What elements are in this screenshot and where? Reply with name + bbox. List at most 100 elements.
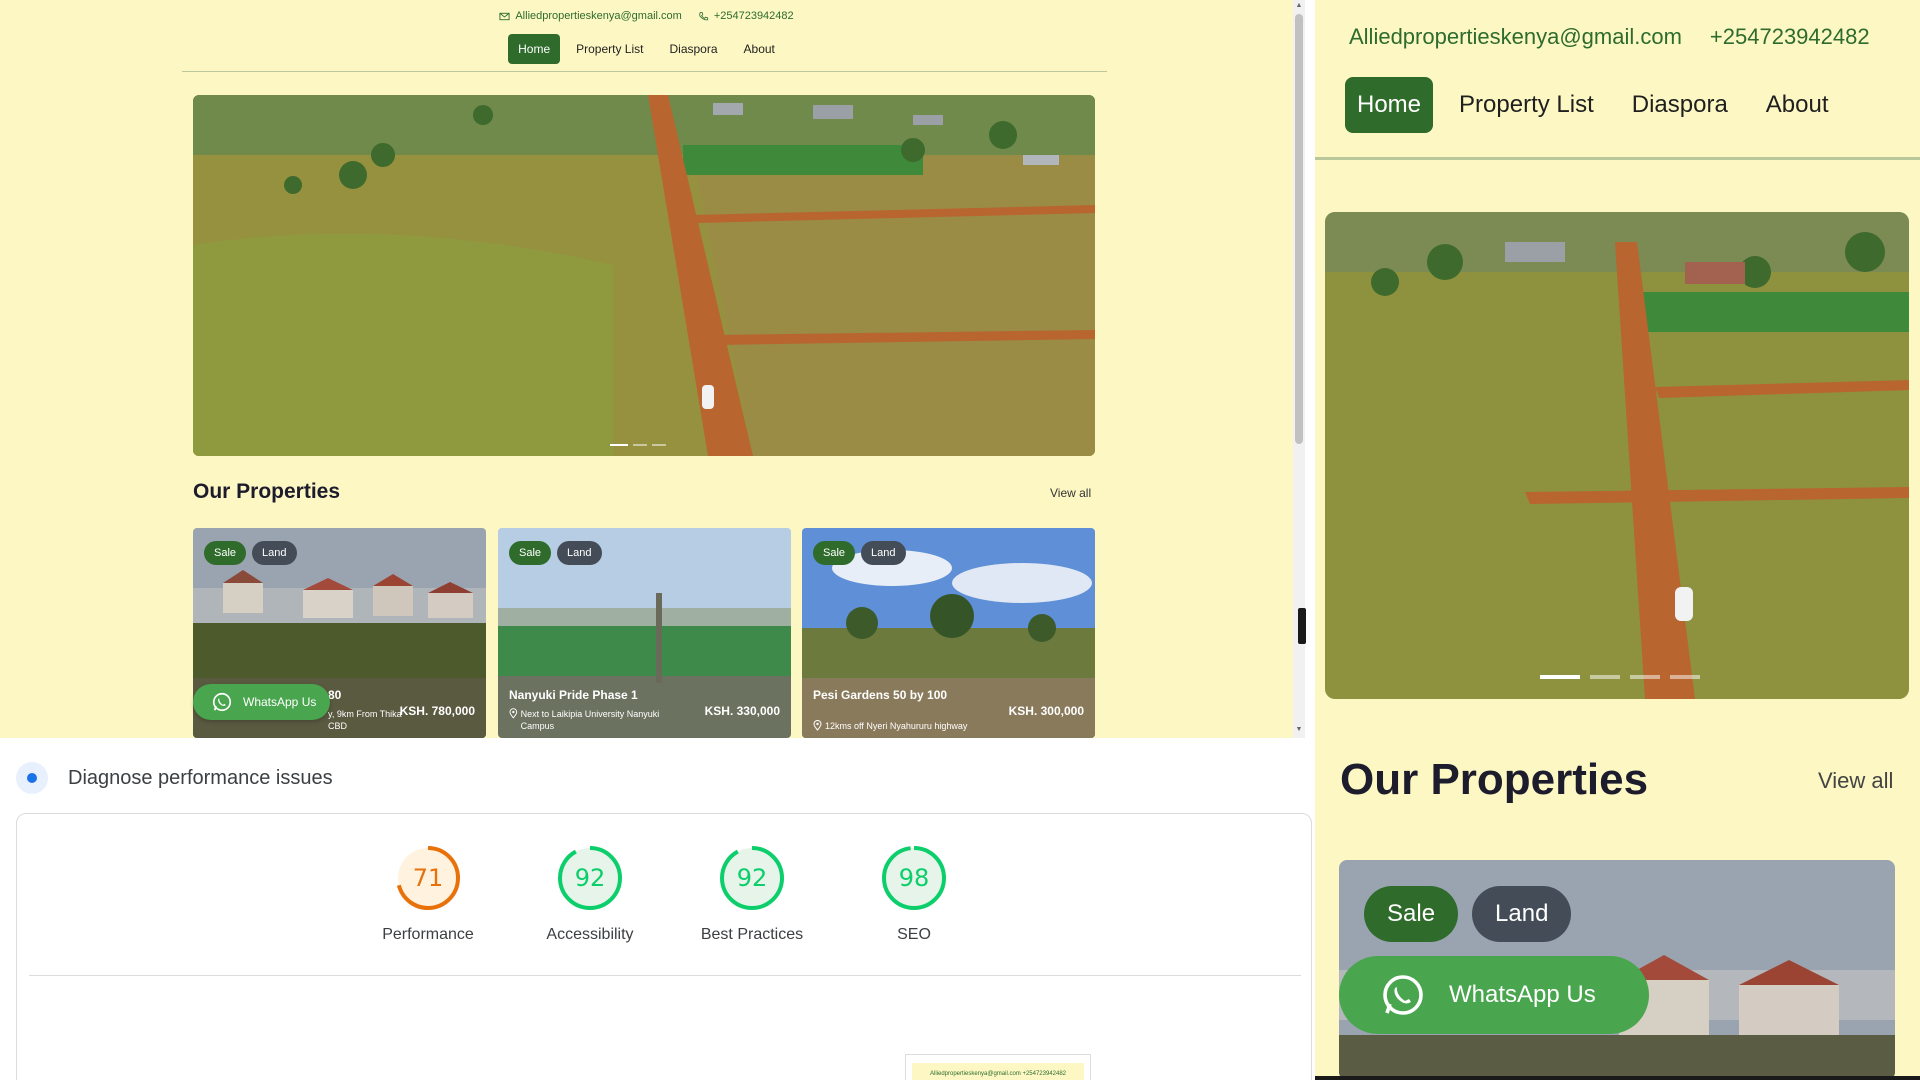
zoom-land-badge: Land <box>1472 886 1572 942</box>
card-location: Next to Laikipia University Nanyuki Camp… <box>509 708 689 732</box>
zoom-carousel-dot[interactable] <box>1670 675 1700 679</box>
resize-drag-handle[interactable] <box>1298 608 1306 644</box>
carousel-dot[interactable] <box>633 444 647 446</box>
card-badges: Sale Land <box>204 541 297 565</box>
card-location-text: 12kms off Nyeri Nyahururu highway <box>825 721 968 731</box>
score-value: 92 <box>574 864 606 892</box>
nav-property-list[interactable]: Property List <box>566 34 653 64</box>
card-location: 12kms off Nyeri Nyahururu highway <box>813 720 993 732</box>
zoom-carousel-dot[interactable] <box>1540 675 1580 679</box>
section-title: Our Properties <box>193 480 341 503</box>
land-badge: Land <box>252 541 297 565</box>
zoom-phone-text[interactable]: +254723942482 <box>1710 24 1870 50</box>
score-value: 71 <box>412 864 444 892</box>
scores-divider <box>29 975 1301 976</box>
card-badges: Sale Land <box>509 541 602 565</box>
sale-badge: Sale <box>813 541 856 565</box>
zoom-whatsapp-button[interactable]: WhatsApp Us <box>1339 956 1649 1034</box>
score-label: Best Practices <box>700 926 804 943</box>
zoom-carousel-dot[interactable] <box>1630 675 1660 679</box>
score-gauge[interactable]: 71 Performance <box>363 844 493 944</box>
page-thumbnail: Alliedpropertieskenya@gmail.com +2547239… <box>905 1054 1091 1080</box>
nav-about[interactable]: About <box>734 34 785 64</box>
zoomed-preview: Alliedpropertieskenya@gmail.com +2547239… <box>1315 0 1920 1080</box>
phone-icon <box>699 11 708 20</box>
lighthouse-scores-card: 71 Performance 92 Accessibility 92 Best Pract… <box>16 813 1312 1080</box>
phone-text: +254723942482 <box>713 10 794 22</box>
view-all-link[interactable]: View all <box>1050 486 1091 500</box>
nav-home[interactable]: Home <box>508 34 561 64</box>
score-ring: 92 <box>718 844 786 912</box>
card-location-text: y, 9km From Thika CBD <box>328 709 402 731</box>
score-ring: 98 <box>880 844 948 912</box>
card-location: y, 9km From Thika CBD <box>328 708 408 732</box>
contact-bar: Alliedpropertieskenya@gmail.com +2547239… <box>0 10 1293 22</box>
property-card[interactable]: Sale Land Pesi Gardens 50 by 100 12kms o… <box>802 528 1095 738</box>
zoom-carousel-dot[interactable] <box>1590 675 1620 679</box>
lighthouse-icon <box>16 762 48 794</box>
score-value: 92 <box>736 864 768 892</box>
location-pin-icon <box>813 720 822 731</box>
diagnose-title: Diagnose performance issues <box>68 766 333 789</box>
property-card[interactable]: Sale Land Nanyuki Pride Phase 1 Next to … <box>498 528 791 738</box>
card-price: KSH. 780,000 <box>399 704 475 718</box>
zoom-carousel-indicators <box>1540 675 1700 679</box>
whatsapp-button[interactable]: WhatsApp Us <box>193 684 330 720</box>
score-value: 98 <box>898 864 930 892</box>
score-label: Performance <box>382 926 474 943</box>
location-pin-icon <box>509 708 518 719</box>
scroll-up-arrow[interactable]: ▲ <box>1295 2 1303 10</box>
card-title: Pesi Gardens 50 by 100 <box>813 688 948 702</box>
score-ring: 92 <box>556 844 624 912</box>
zoom-contact-bar: Alliedpropertieskenya@gmail.com +2547239… <box>1349 24 1870 50</box>
zoom-hero-image <box>1325 212 1909 699</box>
hero-image <box>193 95 1095 456</box>
score-gauge[interactable]: 98 SEO <box>849 844 979 944</box>
email-contact[interactable]: Alliedpropertieskenya@gmail.com <box>499 10 682 22</box>
zoom-nav-diaspora[interactable]: Diaspora <box>1620 77 1740 133</box>
zoom-nav-about[interactable]: About <box>1754 77 1841 133</box>
land-badge: Land <box>861 541 906 565</box>
nav-diaspora[interactable]: Diaspora <box>659 34 727 64</box>
main-nav: Home Property List Diaspora About <box>0 34 1293 64</box>
zoom-view-all-link[interactable]: View all <box>1818 768 1893 794</box>
zoom-hero-carousel[interactable] <box>1325 212 1909 699</box>
hero-carousel[interactable] <box>193 95 1095 456</box>
zoom-sale-badge: Sale <box>1364 886 1459 942</box>
carousel-indicators <box>610 444 666 446</box>
zoom-whatsapp-label: WhatsApp Us <box>1449 981 1596 1008</box>
zoom-bottom-border <box>1315 1076 1920 1080</box>
scrollbar-thumb[interactable] <box>1295 14 1303 444</box>
card-title: Nanyuki Pride Phase 1 <box>509 688 638 702</box>
card-price: KSH. 330,000 <box>704 704 780 718</box>
zoom-section-title: Our Properties <box>1340 755 1649 804</box>
zoom-nav-divider <box>1315 157 1920 160</box>
score-gauge[interactable]: 92 Best Practices <box>687 844 817 944</box>
card-badges: Sale Land <box>813 541 906 565</box>
card-location-text: Next to Laikipia University Nanyuki Camp… <box>520 709 660 731</box>
diagnose-header: Diagnose performance issues <box>16 762 333 794</box>
nav-divider <box>182 71 1107 72</box>
thumbnail-contact-text: Alliedpropertieskenya@gmail.com +2547239… <box>912 1063 1084 1080</box>
zoom-nav-property-list[interactable]: Property List <box>1447 77 1606 133</box>
card-title: 80 <box>328 688 342 702</box>
zoom-email-text[interactable]: Alliedpropertieskenya@gmail.com <box>1349 24 1682 50</box>
score-ring: 71 <box>394 844 462 912</box>
email-text: Alliedpropertieskenya@gmail.com <box>515 10 682 22</box>
browser-viewport: Alliedpropertieskenya@gmail.com +2547239… <box>0 0 1315 1080</box>
whatsapp-icon <box>212 692 232 712</box>
whatsapp-icon <box>1383 975 1423 1015</box>
score-label: SEO <box>897 926 931 943</box>
scroll-down-arrow[interactable]: ▼ <box>1295 726 1303 734</box>
zoom-nav-home[interactable]: Home <box>1345 77 1434 133</box>
zoom-main-nav: Home Property List Diaspora About <box>1345 77 1841 133</box>
carousel-dot[interactable] <box>652 444 666 446</box>
sale-badge: Sale <box>204 541 247 565</box>
phone-contact[interactable]: +254723942482 <box>698 10 794 22</box>
land-badge: Land <box>557 541 602 565</box>
score-gauges: 71 Performance 92 Accessibility 92 Best Pract… <box>17 814 1311 979</box>
mail-icon <box>499 12 510 20</box>
carousel-dot[interactable] <box>610 444 628 446</box>
score-gauge[interactable]: 92 Accessibility <box>525 844 655 944</box>
zoom-card-badges: Sale Land <box>1364 886 1572 942</box>
